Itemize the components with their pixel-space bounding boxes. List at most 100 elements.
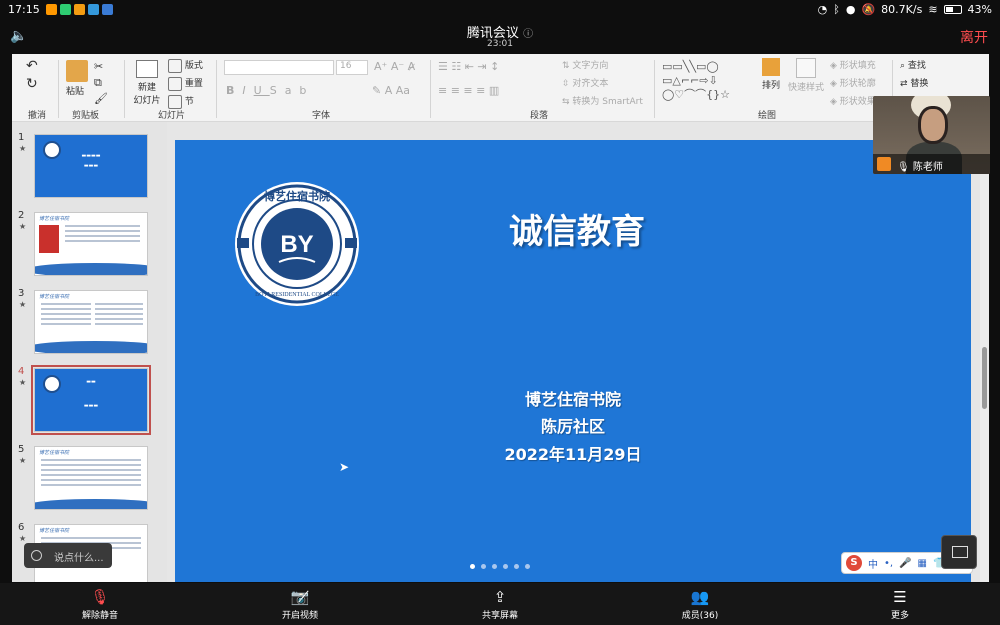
slide-canvas[interactable]: BY 博艺住宿书院 BOYI RESIDENTIAL COLLEGE 诚信教育 … bbox=[175, 140, 971, 582]
star-icon: ★ bbox=[19, 456, 27, 465]
voice-icon[interactable]: 🎤 bbox=[899, 558, 911, 569]
participant-name-text: 陈老师 bbox=[912, 162, 943, 173]
divider bbox=[216, 60, 217, 118]
shape-fill-button[interactable]: ◈ 形状填充 bbox=[830, 58, 876, 71]
page-dot[interactable] bbox=[525, 564, 530, 569]
net-speed: 80.7K/s bbox=[881, 3, 923, 16]
share-screen-label: 共享屏幕 bbox=[481, 611, 518, 621]
share-screen-button[interactable]: ⇪ 共享屏幕 bbox=[460, 587, 540, 621]
font-color-icon[interactable]: ✎ A Aa bbox=[372, 84, 410, 97]
thumbnail-4[interactable]: ▬▬ ▬▬▬ bbox=[31, 365, 151, 435]
paste-button[interactable]: 粘贴 bbox=[66, 60, 88, 97]
participant-video[interactable]: 🎙 陈老师 bbox=[873, 96, 990, 174]
start-video-button[interactable]: 📷̸ 开启视频 bbox=[260, 587, 340, 621]
more-button[interactable]: ☰ 更多 bbox=[860, 587, 940, 621]
reset-icon bbox=[168, 76, 182, 91]
font-family-select[interactable] bbox=[224, 60, 334, 75]
text-direction-button[interactable]: ⇅ 文字方向 bbox=[562, 58, 608, 71]
svg-text:BOYI RESIDENTIAL COLLEGE: BOYI RESIDENTIAL COLLEGE bbox=[255, 292, 339, 298]
smartart-button[interactable]: ⇆ 转换为 SmartArt bbox=[562, 94, 643, 107]
leave-button[interactable]: 离开 bbox=[960, 27, 988, 47]
participant-name: 🎙 陈老师 bbox=[897, 162, 943, 173]
thumbnail-5[interactable]: 博艺住宿书院 bbox=[34, 446, 148, 510]
video-name-bar: 🎙 陈老师 bbox=[873, 154, 990, 174]
new-slide-button[interactable]: 新建 幻灯片 bbox=[130, 60, 164, 106]
quick-styles-button[interactable]: 快速样式 bbox=[788, 58, 824, 93]
shape-effects-button[interactable]: ◈ 形状效果 bbox=[830, 94, 876, 107]
format-painter-icon[interactable]: 🖌 bbox=[94, 92, 108, 105]
mouse-cursor-icon: ➤ bbox=[339, 460, 350, 474]
thumb-number: 1 bbox=[18, 132, 25, 143]
section-button[interactable]: 节 bbox=[168, 94, 194, 109]
shape-outline-button[interactable]: ◈ 形状轮廓 bbox=[830, 76, 876, 89]
ppt-ribbon: ↶ ↻ 撤消 粘贴 ✂ ⧉ 🖌 剪贴板 新建 幻灯片 版式 重置 节 幻灯片 1… bbox=[12, 54, 989, 122]
mic-icon: ● bbox=[845, 3, 856, 16]
align-text-button[interactable]: ⇳ 对齐文本 bbox=[562, 76, 608, 89]
shapes-gallery[interactable]: ▭▭╲╲▭◯ ▭△⌐⌐⇨⇩ ◯♡⌒⌒{}☆ bbox=[662, 60, 742, 102]
undo-icon[interactable]: ↶ bbox=[26, 58, 38, 74]
thumb-header: 博艺住宿书院 bbox=[39, 528, 70, 534]
shape-effects-label: 形状效果 bbox=[839, 97, 876, 107]
thumb-header: 博艺住宿书院 bbox=[39, 450, 70, 456]
font-size-select[interactable]: 16 bbox=[336, 60, 368, 75]
chat-placeholder: 说点什么... bbox=[54, 553, 104, 564]
strike-button[interactable]: S bbox=[270, 84, 285, 97]
thumb-text: ▬▬▬ bbox=[83, 163, 99, 169]
redo-icon[interactable]: ↻ bbox=[26, 76, 38, 92]
thumbnail-1[interactable]: ▬▬▬▬ ▬▬▬ bbox=[34, 134, 148, 198]
align-icons[interactable]: ≡ ≡ ≡ ≡ ▥ bbox=[438, 84, 499, 97]
floating-window-button[interactable] bbox=[941, 535, 977, 569]
members-icon: 👥 bbox=[690, 588, 710, 606]
members-button[interactable]: 👥 成员(36) bbox=[660, 587, 740, 621]
layout-button[interactable]: 版式 bbox=[168, 58, 203, 73]
underline-button[interactable]: U bbox=[254, 84, 270, 97]
page-dot[interactable] bbox=[492, 564, 497, 569]
text-direction-label: 文字方向 bbox=[572, 61, 609, 71]
start-video-label: 开启视频 bbox=[281, 611, 318, 621]
group-slides: 幻灯片 bbox=[158, 111, 186, 121]
arrange-button[interactable]: 排列 bbox=[762, 58, 780, 91]
thumb-number: 3 bbox=[18, 288, 25, 299]
ime-mode[interactable]: 中 bbox=[868, 556, 878, 571]
page-dot[interactable] bbox=[481, 564, 486, 569]
shape-outline-label: 形状轮廓 bbox=[839, 79, 876, 89]
page-dot[interactable] bbox=[514, 564, 519, 569]
thumb-header: 博艺住宿书院 bbox=[39, 294, 70, 300]
shared-screen: ↶ ↻ 撤消 粘贴 ✂ ⧉ 🖌 剪贴板 新建 幻灯片 版式 重置 节 幻灯片 1… bbox=[12, 54, 989, 582]
slide-subtitle-1: 博艺住宿书院 bbox=[524, 390, 621, 409]
find-label: 查找 bbox=[907, 61, 926, 71]
thumbnail-3[interactable]: 博艺住宿书院 bbox=[34, 290, 148, 354]
thumb-text: ▬▬▬▬ bbox=[81, 153, 101, 159]
thumbnail-2[interactable]: 博艺住宿书院 bbox=[34, 212, 148, 276]
scroll-thumb[interactable] bbox=[982, 347, 987, 409]
spacing-button[interactable]: ab bbox=[285, 84, 315, 97]
grow-font-icon[interactable]: A⁺ A⁻ A̷ bbox=[374, 60, 415, 73]
keyboard-icon[interactable]: ▦ bbox=[918, 558, 927, 569]
bold-button[interactable]: B bbox=[226, 84, 242, 97]
cut-icon[interactable]: ✂ bbox=[94, 60, 103, 73]
find-button[interactable]: ⌕ 查找 bbox=[900, 58, 926, 71]
battery-level: 43% bbox=[967, 3, 992, 16]
thumb-wave bbox=[35, 341, 147, 353]
bullets-icon[interactable]: ☰ ☷ ⇤ ⇥ ↕ bbox=[438, 60, 499, 73]
notification-icons bbox=[46, 4, 113, 15]
page-dot[interactable] bbox=[503, 564, 508, 569]
font-style-buttons[interactable]: BIUSab bbox=[226, 84, 314, 97]
page-dot[interactable] bbox=[470, 564, 475, 569]
italic-button[interactable]: I bbox=[242, 84, 253, 97]
reset-button[interactable]: 重置 bbox=[168, 76, 203, 91]
vertical-scrollbar[interactable] bbox=[980, 122, 989, 582]
notification-icon bbox=[46, 4, 57, 15]
page-dots[interactable] bbox=[470, 564, 530, 569]
slide-title: 诚信教育 bbox=[509, 212, 645, 252]
slide-subtitle-2: 陈厉社区 bbox=[540, 417, 605, 436]
copy-icon[interactable]: ⧉ bbox=[94, 76, 102, 90]
quick-styles-icon bbox=[796, 58, 816, 78]
replace-button[interactable]: ⇄ 替换 bbox=[900, 76, 928, 89]
mute-icon: 🔕 bbox=[861, 3, 876, 16]
unmute-button[interactable]: 🎙 解除静音 bbox=[60, 587, 140, 621]
window-icon bbox=[952, 546, 968, 558]
punctuation-icon[interactable]: •, bbox=[884, 558, 893, 569]
chat-input[interactable]: 说点什么... bbox=[24, 543, 112, 568]
more-icon: ☰ bbox=[893, 588, 907, 606]
